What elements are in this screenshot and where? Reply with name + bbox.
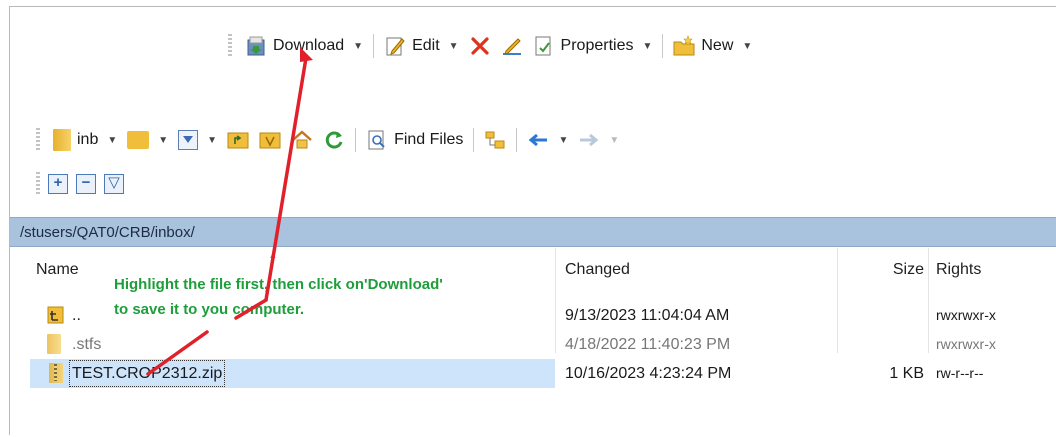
chevron-down-icon[interactable]: ▼ <box>642 41 652 52</box>
instruction-annotation: Highlight the file first, then click on'… <box>114 272 443 322</box>
file-name: .. <box>72 307 81 324</box>
properties-button[interactable]: Properties ▼ <box>528 31 658 61</box>
file-rights: rwxrwxr-x <box>936 336 996 352</box>
column-header-changed[interactable]: Changed <box>565 248 630 292</box>
filter-icon[interactable]: ▽ <box>104 174 124 194</box>
download-icon <box>247 36 265 56</box>
back-button[interactable]: ▼ <box>522 125 573 155</box>
file-changed: 10/16/2023 4:23:24 PM <box>565 365 732 382</box>
find-files-label: Find Files <box>394 131 464 148</box>
refresh-button[interactable] <box>318 125 350 155</box>
open-folder-icon <box>127 131 150 149</box>
folder-selector[interactable]: inb ▼ <box>48 125 122 155</box>
chevron-down-icon[interactable]: ▼ <box>609 135 619 146</box>
root-folder-icon <box>259 132 281 149</box>
rename-icon <box>502 38 521 55</box>
file-browser-panel: Download ▼ Edit ▼ Properties ▼ New ▼ inb… <box>9 6 1056 435</box>
forward-arrow-icon <box>580 133 599 147</box>
delete-button[interactable] <box>464 31 496 61</box>
download-label: Download <box>273 37 345 54</box>
column-header-name[interactable]: Name <box>36 248 79 292</box>
open-directory-button[interactable]: ▼ <box>122 125 173 155</box>
table-row[interactable]: .stfs 4/18/2022 11:40:23 PM rwxrwxr-x <box>30 330 1056 359</box>
rename-button[interactable] <box>496 31 528 61</box>
chevron-down-icon[interactable]: ▼ <box>353 41 363 52</box>
file-changed: 4/18/2022 11:40:23 PM <box>565 336 731 353</box>
table-row[interactable]: TEST.CROP2312.zip 10/16/2023 4:23:24 PM … <box>30 359 1056 388</box>
folder-icon <box>47 334 61 354</box>
delete-icon <box>470 37 489 55</box>
folder-icon <box>53 129 71 151</box>
toolbar-grip[interactable] <box>36 128 40 152</box>
properties-icon <box>535 36 551 56</box>
refresh-icon <box>325 131 343 149</box>
folder-selector-label: inb <box>77 131 99 148</box>
annotation-line-2: to save it to you computer. <box>114 301 305 318</box>
properties-label: Properties <box>560 37 634 54</box>
toolbar-separator <box>473 128 475 152</box>
collapse-icon[interactable]: − <box>76 174 96 194</box>
annotation-line-1: Highlight the file first, then click on'… <box>114 276 443 293</box>
toolbar-separator <box>355 128 357 152</box>
file-rights: rwxrwxr-x <box>936 307 996 323</box>
back-arrow-icon <box>529 133 548 147</box>
home-directory-button[interactable] <box>286 125 318 155</box>
column-header-rights[interactable]: Rights <box>936 248 981 292</box>
toolbar-separator <box>373 34 375 58</box>
chevron-down-icon[interactable]: ▼ <box>158 135 168 146</box>
chevron-down-icon[interactable]: ▼ <box>207 135 217 146</box>
new-button[interactable]: New ▼ <box>668 31 757 61</box>
chevron-down-icon[interactable]: ▼ <box>449 41 459 52</box>
navigation-toolbar: inb ▼ ▼ ▼ Find Files ▼ ▼ <box>36 123 624 157</box>
filter-button[interactable]: ▼ <box>173 125 222 155</box>
parent-folder-icon <box>227 132 249 149</box>
chevron-down-icon[interactable]: ▼ <box>558 135 568 146</box>
parent-directory-button[interactable] <box>222 125 254 155</box>
edit-icon <box>386 37 405 56</box>
filter-icon <box>178 130 199 150</box>
edit-button[interactable]: Edit ▼ <box>379 31 463 61</box>
tree-icon <box>485 131 505 149</box>
toolbar-grip[interactable] <box>228 34 232 58</box>
file-rights: rw-r--r-- <box>936 365 984 381</box>
file-name: .stfs <box>72 336 102 353</box>
file-name: TEST.CROP2312.zip <box>68 360 226 387</box>
zip-file-icon <box>49 363 63 383</box>
expand-icon[interactable]: + <box>48 174 68 194</box>
edit-label: Edit <box>412 37 440 54</box>
toolbar-separator <box>516 128 518 152</box>
file-size: 1 KB <box>889 365 924 382</box>
toolbar-separator <box>662 34 664 58</box>
chevron-down-icon[interactable]: ▼ <box>742 41 752 52</box>
path-bar[interactable]: /stusers/QAT0/CRB/inbox/ <box>10 217 1056 247</box>
new-folder-icon <box>673 35 695 56</box>
new-label: New <box>701 37 734 54</box>
root-directory-button[interactable] <box>254 125 286 155</box>
remote-file-toolbar: Download ▼ Edit ▼ Properties ▼ New ▼ <box>228 29 757 63</box>
forward-button[interactable]: ▼ <box>573 125 624 155</box>
download-button[interactable]: Download ▼ <box>240 31 368 61</box>
toolbar-grip[interactable] <box>36 172 40 196</box>
find-files-icon <box>368 130 385 150</box>
tree-toggle-button[interactable] <box>479 125 511 155</box>
parent-directory-icon <box>47 306 64 324</box>
home-icon <box>292 130 312 149</box>
chevron-down-icon[interactable]: ▼ <box>107 135 117 146</box>
file-changed: 9/13/2023 11:04:04 AM <box>565 307 730 324</box>
column-header-size[interactable]: Size <box>866 248 924 292</box>
find-files-button[interactable]: Find Files <box>361 125 468 155</box>
tree-toolbar: + − ▽ <box>36 170 124 198</box>
